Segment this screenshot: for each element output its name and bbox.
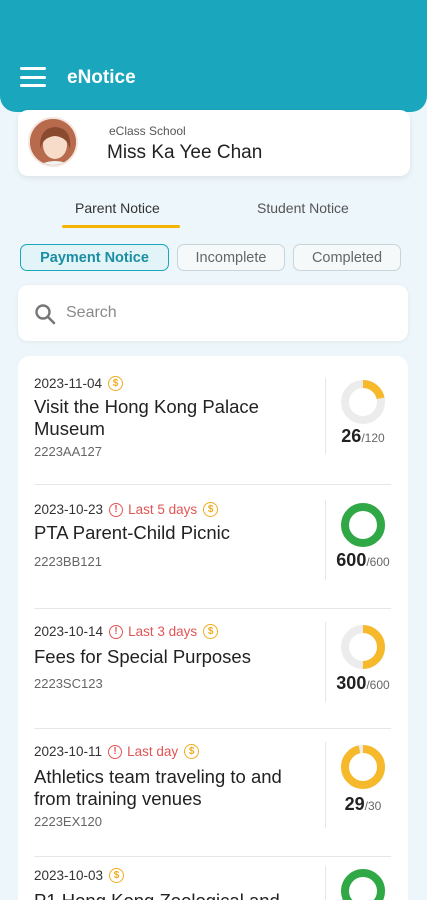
deadline-warning-text: Last 3 days: [128, 624, 198, 639]
total-number: /600: [366, 678, 390, 692]
notice-code: 2223AA127: [34, 444, 102, 459]
deadline-warning: ! Last 5 days: [109, 502, 197, 517]
total-number: /600: [366, 555, 390, 569]
notice-item[interactable]: 2023-10-03 $ P1 Hong Kong Zoological and: [34, 854, 391, 900]
notice-item[interactable]: 2023-11-04 $ Visit the Hong Kong Palace Mu…: [34, 374, 391, 492]
progress-donut: [341, 869, 385, 900]
tab-parent-notice[interactable]: Parent Notice: [75, 200, 160, 216]
notice-list: 2023-11-04 $ Visit the Hong Kong Palace Mu…: [18, 356, 408, 900]
coin-icon: $: [108, 376, 124, 391]
notice-item[interactable]: 2023-10-11! Last day $ Athletics team trave…: [34, 726, 391, 854]
notice-item[interactable]: 2023-10-23! Last 5 days $ PTA Parent-Child …: [34, 482, 391, 606]
tab-student-notice[interactable]: Student Notice: [257, 200, 349, 216]
notice-title: P1 Hong Kong Zoological and: [34, 890, 304, 900]
notice-date: 2023-10-14: [34, 624, 104, 639]
notice-title: Fees for Special Purposes: [34, 646, 251, 667]
total-number: /30: [364, 799, 382, 813]
warning-icon: !: [108, 744, 123, 759]
completed-number: 26: [341, 426, 362, 446]
notice-date-row: 2023-11-04 $: [34, 376, 124, 391]
coin-icon: $: [203, 624, 219, 639]
search-bar: [18, 285, 408, 341]
filter-incomplete[interactable]: Incomplete: [177, 244, 285, 271]
completed-number: 300: [336, 673, 367, 693]
completion-count: 300/600: [328, 673, 398, 694]
menu-icon[interactable]: [20, 66, 46, 88]
completion-count: 600/600: [328, 550, 398, 571]
notice-date: 2023-11-04: [34, 376, 103, 391]
notice-code: 2223SC123: [34, 676, 103, 691]
notice-title: Visit the Hong Kong Palace Museum: [34, 396, 259, 439]
notice-code: 2223BB121: [34, 554, 102, 569]
notice-item[interactable]: 2023-10-14! Last 3 days $ Fees for Special …: [34, 606, 391, 728]
deadline-warning-text: Last day: [127, 744, 179, 759]
progress-donut: [341, 625, 385, 669]
completion-count: 29/30: [328, 794, 398, 815]
deadline-warning: ! Last day: [108, 744, 178, 759]
notice-title: PTA Parent-Child Picnic: [34, 522, 231, 543]
column-divider: [325, 500, 326, 580]
notice-date-row: 2023-10-23! Last 5 days $: [34, 502, 219, 517]
app-header: eNotice: [0, 0, 427, 112]
coin-icon: $: [109, 868, 125, 883]
search-input[interactable]: [66, 299, 386, 327]
avatar: [28, 117, 78, 167]
notice-date: 2023-10-03: [34, 868, 104, 883]
deadline-warning: ! Last 3 days: [109, 624, 197, 639]
total-number: /120: [361, 431, 385, 445]
search-icon: [35, 304, 56, 325]
active-tab-indicator: [62, 225, 180, 228]
filter-completed[interactable]: Completed: [293, 244, 401, 271]
completed-number: 29: [344, 794, 365, 814]
coin-icon: $: [184, 744, 200, 759]
progress-donut: [341, 745, 385, 789]
school-name: eClass School: [109, 124, 186, 138]
profile-card: eClass School Miss Ka Yee Chan: [18, 110, 410, 176]
notice-code: 2223EX120: [34, 814, 102, 829]
progress-donut: [341, 503, 385, 547]
notice-date: 2023-10-23: [34, 502, 104, 517]
notice-date-row: 2023-10-11! Last day $: [34, 744, 200, 759]
warning-icon: !: [109, 624, 124, 639]
completed-number: 600: [336, 550, 367, 570]
deadline-warning-text: Last 5 days: [128, 502, 198, 517]
filter-payment-notice[interactable]: Payment Notice: [20, 244, 169, 271]
coin-icon: $: [203, 502, 219, 517]
completion-count: 26/120: [328, 426, 398, 447]
user-name: Miss Ka Yee Chan: [107, 142, 263, 163]
notice-title: Athletics team traveling to and from tra…: [34, 766, 282, 809]
column-divider: [325, 622, 326, 702]
column-divider: [325, 378, 326, 454]
column-divider: [325, 742, 326, 828]
column-divider: [325, 866, 326, 900]
notice-date: 2023-10-11: [34, 744, 103, 759]
progress-donut: [341, 380, 385, 424]
notice-date-row: 2023-10-03 $: [34, 868, 125, 883]
warning-icon: !: [109, 502, 124, 517]
app-title: eNotice: [67, 67, 136, 88]
notice-date-row: 2023-10-14! Last 3 days $: [34, 624, 219, 639]
